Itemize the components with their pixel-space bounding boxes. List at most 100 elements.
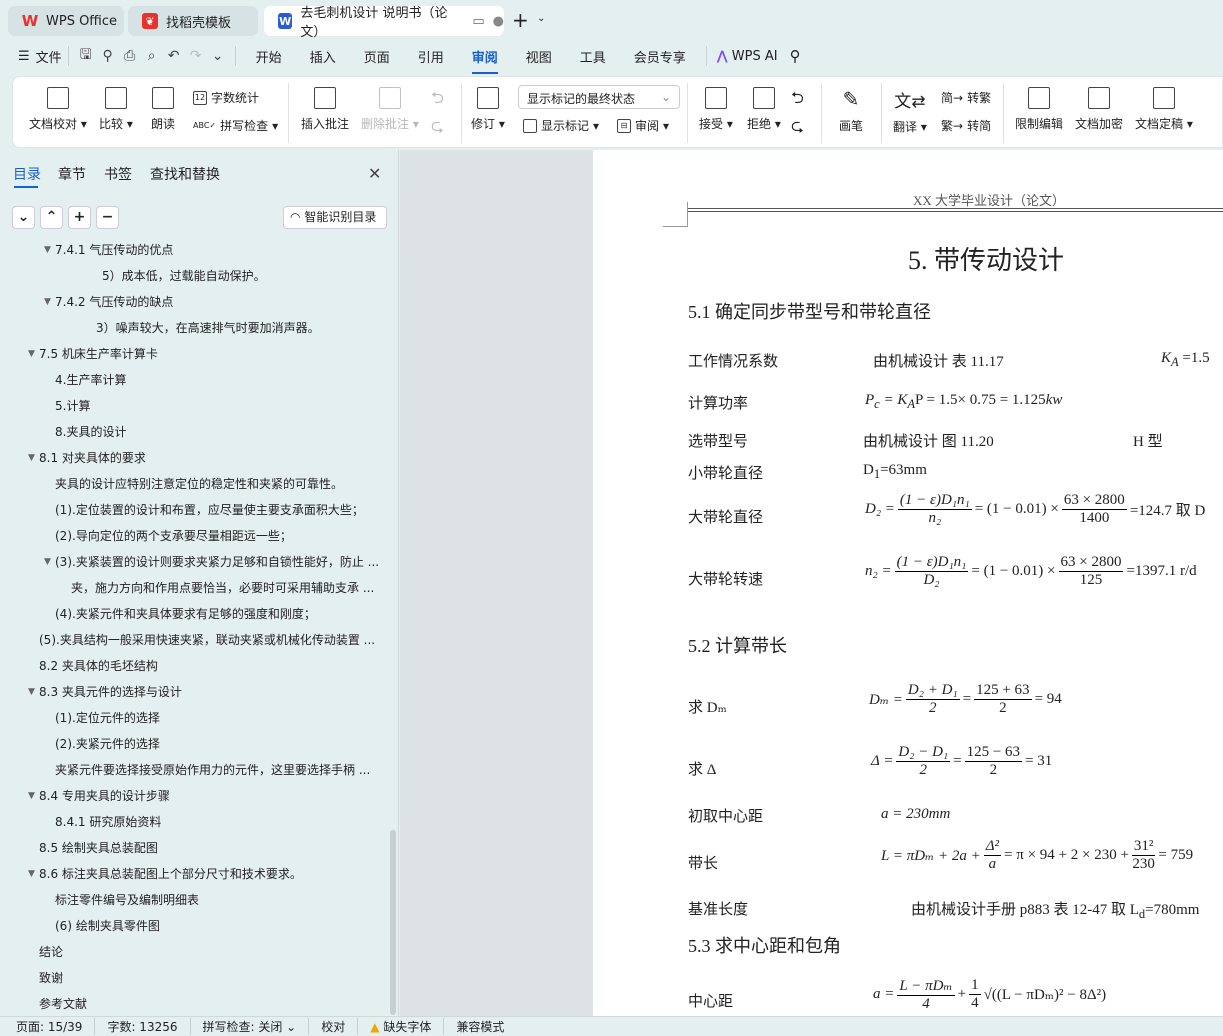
menu-insert[interactable]: 插入 [296,47,350,66]
proofread-status[interactable]: 校对 [309,1018,359,1035]
finalize-button[interactable]: 文档定稿 ▾ [1135,87,1193,132]
proofread-button[interactable]: 文档校对 ▾ [29,87,87,132]
tab-chapters[interactable]: 章节 [58,164,86,184]
missing-font-status[interactable]: ▲ 缺失字体 [358,1018,445,1035]
toc-item[interactable]: 5）成本低，过载能自动保护。 [102,266,266,286]
previous-change-icon[interactable]: ⮌ [791,87,804,114]
toc-item[interactable]: 5.计算 [55,396,90,416]
hamburger-icon[interactable]: ☰ [18,49,30,64]
menu-tools[interactable]: 工具 [566,47,620,66]
redo-icon[interactable]: ↷ [185,48,207,64]
next-change-icon[interactable]: ⮎ [791,115,804,142]
toc-item[interactable]: 8.2 夹具体的毛坯结构 [39,656,158,676]
encrypt-button[interactable]: 文档加密 [1075,87,1123,132]
pen-button[interactable]: ✎ 画笔 [839,87,863,134]
reject-button[interactable]: 拒绝 ▾ [747,87,781,132]
menu-wps-ai[interactable]: WPS AI [732,49,778,64]
toc-item[interactable]: 夹紧元件要选择接受原始作用力的元件，这里要选择手柄 ... [55,760,370,780]
tab-bookmarks[interactable]: 书签 [104,164,132,184]
insert-comment-button[interactable]: 插入批注 [301,87,349,132]
track-changes-button[interactable]: 修订 ▾ [471,87,505,132]
menu-home[interactable]: 开始 [242,47,296,66]
toc-item[interactable]: 7.5 机床生产率计算卡 [39,344,158,364]
toc-item[interactable]: 8.4 专用夹具的设计步骤 [39,786,170,806]
compare-button[interactable]: 比较 ▾ [99,87,133,132]
toc-item[interactable]: (3).夹紧装置的设计则要求夹紧力足够和自锁性能好，防止 ... [55,552,379,572]
markup-mode-select[interactable]: 显示标记的最终状态 ⌄ [518,85,680,109]
toc-item[interactable]: 夹具的设计应特别注意定位的稳定性和夹紧的可靠性。 [55,474,343,494]
save-icon[interactable]: 🖫 [75,44,97,68]
collapse-up-button[interactable]: ⌃ [40,206,63,229]
restrict-edit-button[interactable]: 限制编辑 [1015,87,1063,132]
toc-item[interactable]: 8.3 夹具元件的选择与设计 [39,682,182,702]
toc-item[interactable]: (1).定位装置的设计和布置，应尽量使主要支承面积大些； [55,500,364,520]
expand-arrow-icon[interactable]: ▼ [28,864,35,884]
toc-item[interactable]: 结论 [39,942,63,962]
menu-view[interactable]: 视图 [512,47,566,66]
toc-item[interactable]: 3）噪声较大，在高速排气时要加消声器。 [96,318,320,338]
expand-arrow-icon[interactable]: ▼ [44,292,51,312]
word-count[interactable]: 字数: 13256 [95,1018,191,1035]
menu-page[interactable]: 页面 [350,47,404,66]
toc-item[interactable]: (2).夹紧元件的选择 [55,734,160,754]
toc-item[interactable]: 8.5 绘制夹具总装配图 [39,838,158,858]
toc-item[interactable]: 7.4.1 气压传动的优点 [55,240,173,260]
promote-button[interactable]: + [68,206,91,229]
expand-arrow-icon[interactable]: ▼ [28,448,35,468]
new-tab-icon[interactable]: + [512,8,529,32]
print-preview-icon[interactable]: ⌕ [141,48,163,64]
toc-item[interactable]: (6) 绘制夹具零件图 [55,916,160,936]
translate-button[interactable]: 文⇄ 翻译 ▾ [893,87,927,135]
undo-icon[interactable]: ↶ [163,48,185,64]
tab-document[interactable]: W 去毛刺机设计 说明书（论文） ▭ ● [264,6,504,40]
toc-item[interactable]: (1).定位元件的选择 [55,708,160,728]
tab-toc[interactable]: 目录 [13,164,41,184]
print-icon[interactable]: ⎙ [119,48,141,64]
toc-item[interactable]: 8.4.1 研究原始资料 [55,812,161,832]
expand-arrow-icon[interactable]: ▼ [44,240,51,260]
page-indicator[interactable]: 页面: 15/39 [16,1018,96,1035]
more-chevron-icon[interactable]: ⌄ [207,48,229,64]
expand-arrow-icon[interactable]: ▼ [28,344,35,364]
toc-item[interactable]: 8.夹具的设计 [55,422,126,442]
toc-item[interactable]: (5).夹具结构一般采用快速夹紧，联动夹紧或机械化传动装置 ... [39,630,375,650]
toc-item[interactable]: (4).夹紧元件和夹具体要求有足够的强度和刚度； [55,604,316,624]
delete-comment-button[interactable]: 删除批注 ▾ [361,87,419,132]
to-traditional-button[interactable]: 简→ 转繁 [941,89,991,106]
tab-wps-office[interactable]: W WPS Office [8,6,124,36]
toc-item[interactable]: (2).导向定位的两个支承要尽量相距远一些； [55,526,292,546]
toc-item[interactable]: 夹，施力方向和作用点要恰当，必要时可采用辅助支承 ... [71,578,374,598]
demote-button[interactable]: − [96,206,119,229]
word-count-button[interactable]: 12 字数统计 [193,89,259,106]
toc-item[interactable]: 7.4.2 气压传动的缺点 [55,292,173,312]
chevron-down-icon[interactable]: ⌄ [537,13,545,24]
review-pane-button[interactable]: ⊟ 审阅 ▾ [617,117,669,134]
menu-review[interactable]: 审阅 [458,47,512,74]
scrollbar[interactable] [390,830,396,1015]
menu-references[interactable]: 引用 [404,47,458,66]
spell-check-status[interactable]: 拼写检查: 关闭 ⌄ [191,1018,310,1035]
tab-docer[interactable]: ❦ 找稻壳模板 [128,6,258,36]
search-icon[interactable]: ⚲ [790,47,801,65]
show-markup-button[interactable]: 显示标记 ▾ [523,117,599,134]
accept-button[interactable]: 接受 ▾ [699,87,733,132]
expand-down-button[interactable]: ⌄ [12,206,35,229]
toc-item[interactable]: 参考文献 [39,994,87,1014]
expand-arrow-icon[interactable]: ▼ [44,552,51,572]
smart-toc-button[interactable]: ◠ 智能识别目录 [283,206,387,229]
next-comment-icon[interactable]: ⮎ [431,115,444,142]
to-simplified-button[interactable]: 繁→ 转简 [941,117,991,134]
expand-arrow-icon[interactable]: ▼ [28,682,35,702]
toc-item[interactable]: 8.6 标注夹具总装配图上个部分尺寸和技术要求。 [39,864,302,884]
toc-item[interactable]: 4.生产率计算 [55,370,126,390]
previous-comment-icon[interactable]: ⮌ [431,87,444,114]
share-icon[interactable]: ⚲ [97,48,119,64]
toc-item[interactable]: 标注零件编号及编制明细表 [55,890,199,910]
toc-item[interactable]: 8.1 对夹具体的要求 [39,448,146,468]
menu-membership[interactable]: 会员专享 [620,47,700,66]
read-aloud-button[interactable]: 朗读 [151,87,175,132]
tab-find-replace[interactable]: 查找和替换 [150,164,220,184]
menu-file[interactable]: 文件 [36,47,62,66]
close-icon[interactable]: ✕ [368,164,381,183]
expand-arrow-icon[interactable]: ▼ [28,786,35,806]
